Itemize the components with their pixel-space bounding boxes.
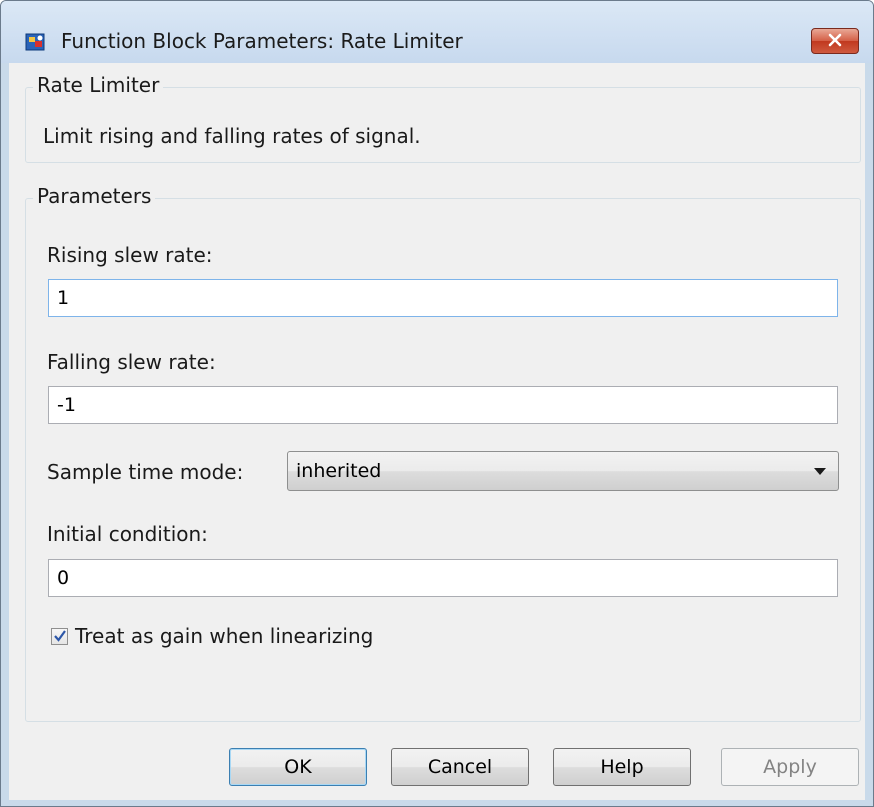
rising-slew-rate-input[interactable] (48, 279, 838, 317)
description-group-legend: Rate Limiter (33, 73, 164, 97)
dialog-window: Function Block Parameters: Rate Limiter … (0, 0, 874, 807)
initial-condition-label: Initial condition: (47, 522, 208, 546)
parameters-group-legend: Parameters (33, 184, 156, 208)
simulink-block-icon (25, 31, 47, 53)
cancel-button[interactable]: Cancel (391, 748, 529, 786)
checkmark-icon (54, 630, 66, 642)
falling-slew-rate-label: Falling slew rate: (47, 350, 216, 374)
apply-button[interactable]: Apply (721, 748, 859, 786)
rising-slew-rate-label: Rising slew rate: (47, 243, 213, 267)
help-button[interactable]: Help (553, 748, 691, 786)
dialog-client-area: Rate Limiter Limit rising and falling ra… (9, 63, 865, 800)
treat-as-gain-checkbox[interactable] (51, 628, 68, 645)
block-description: Limit rising and falling rates of signal… (43, 124, 421, 148)
initial-condition-input[interactable] (48, 559, 838, 597)
close-button[interactable] (811, 28, 859, 54)
title-bar[interactable]: Function Block Parameters: Rate Limiter (1, 1, 873, 63)
sample-time-mode-value: inherited (296, 460, 382, 482)
sample-time-mode-label: Sample time mode: (47, 460, 244, 484)
sample-time-mode-dropdown[interactable]: inherited (287, 451, 839, 491)
close-icon (828, 33, 842, 47)
chevron-down-icon (814, 468, 826, 475)
falling-slew-rate-input[interactable] (48, 386, 838, 424)
treat-as-gain-label[interactable]: Treat as gain when linearizing (75, 624, 373, 648)
ok-button[interactable]: OK (229, 748, 367, 786)
window-title: Function Block Parameters: Rate Limiter (61, 29, 463, 53)
